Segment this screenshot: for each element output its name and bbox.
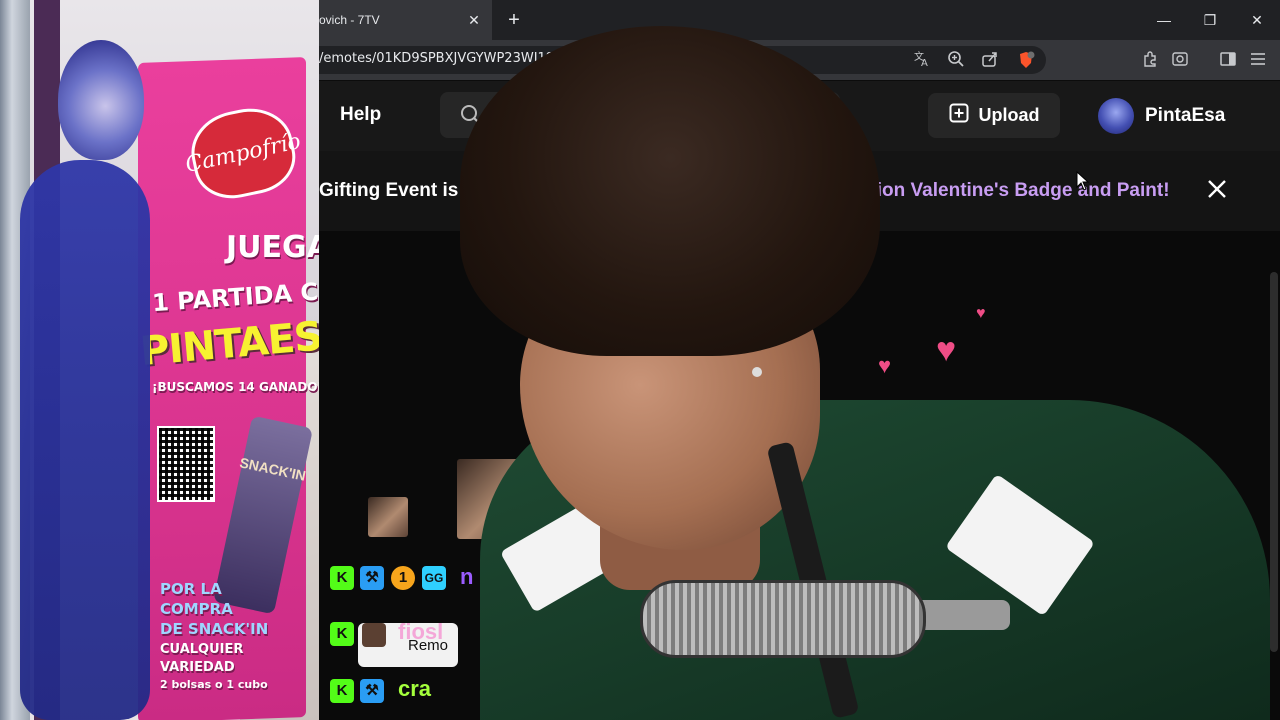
tab-title: ovich - 7TV	[319, 13, 380, 27]
upload-button[interactable]: Upload	[928, 93, 1060, 138]
chat-username: cra	[398, 676, 432, 701]
new-tab-icon[interactable]: +	[504, 10, 524, 30]
heart-icon: ♥	[878, 353, 892, 378]
minimize-icon[interactable]: —	[1152, 8, 1176, 32]
earring	[752, 367, 762, 377]
tab-close-icon[interactable]: ✕	[466, 12, 482, 28]
restore-icon[interactable]: ❐	[1198, 8, 1222, 32]
avatar[interactable]	[1098, 98, 1134, 134]
extensions-icon[interactable]	[1140, 50, 1160, 70]
close-icon[interactable]	[1204, 178, 1230, 204]
brave-shield-icon[interactable]	[1016, 50, 1036, 70]
badge-gg: GG	[422, 566, 446, 590]
blue-figure-head	[58, 40, 144, 160]
plus-square-icon	[949, 103, 969, 128]
menu-icon[interactable]	[1248, 50, 1268, 70]
emote-preview-small[interactable]	[368, 497, 408, 537]
hammer-icon: ⚒	[360, 679, 384, 703]
promo-footer-6: 2 bolsas o 1 cubo	[160, 678, 268, 691]
blue-figure-body	[20, 160, 150, 720]
scrollbar[interactable]	[1270, 272, 1278, 652]
translate-icon[interactable]: 文A	[912, 50, 932, 70]
emote-icon	[362, 623, 386, 647]
announcement-text-left: Gifting Event is	[319, 180, 459, 201]
promo-footer-4: CUALQUIER	[160, 642, 244, 657]
microphone-icon	[640, 580, 926, 658]
zoom-icon[interactable]	[946, 50, 966, 70]
sidebar-icon[interactable]	[1218, 50, 1238, 70]
promo-footer-1: POR LA	[160, 580, 222, 598]
heart-icon: ♥	[976, 305, 986, 322]
announcement-text-right[interactable]: edition Valentine's Badge and Paint!	[843, 180, 1170, 202]
mouse-cursor-icon	[1076, 170, 1090, 196]
promo-footer-2: COMPRA	[160, 600, 233, 618]
window-close-icon[interactable]: ✕	[1245, 8, 1269, 32]
promo-footer-3: DE SNACK'IN	[160, 620, 269, 638]
promo-headline-1: JUEGA	[226, 230, 319, 265]
promo-footer-5: VARIEDAD	[160, 660, 235, 675]
badge-1: 1	[391, 566, 415, 590]
hammer-icon: ⚒	[360, 566, 384, 590]
badge-k: K	[330, 566, 354, 590]
nav-help[interactable]: Help	[340, 104, 381, 126]
share-icon[interactable]	[980, 50, 1000, 70]
browser-tab[interactable]: ovich - 7TV ✕	[319, 0, 492, 40]
heart-icon: ♥	[936, 331, 957, 369]
promo-headline-4: ¡BUSCAMOS 14 GANADORES!	[152, 380, 319, 394]
badge-k: K	[330, 622, 354, 646]
chat-username: fiosl	[398, 619, 444, 644]
upload-label: Upload	[978, 105, 1040, 125]
badge-k: K	[330, 679, 354, 703]
chat-username: n	[460, 564, 474, 589]
wallet-icon[interactable]	[1170, 50, 1190, 70]
left-promo-photo: Campofrío JUEGA 1 PARTIDA CON PINTAESA ¡…	[0, 0, 319, 720]
svg-text:A: A	[921, 58, 928, 68]
username[interactable]: PintaEsa	[1145, 105, 1225, 127]
qr-code	[157, 426, 215, 502]
